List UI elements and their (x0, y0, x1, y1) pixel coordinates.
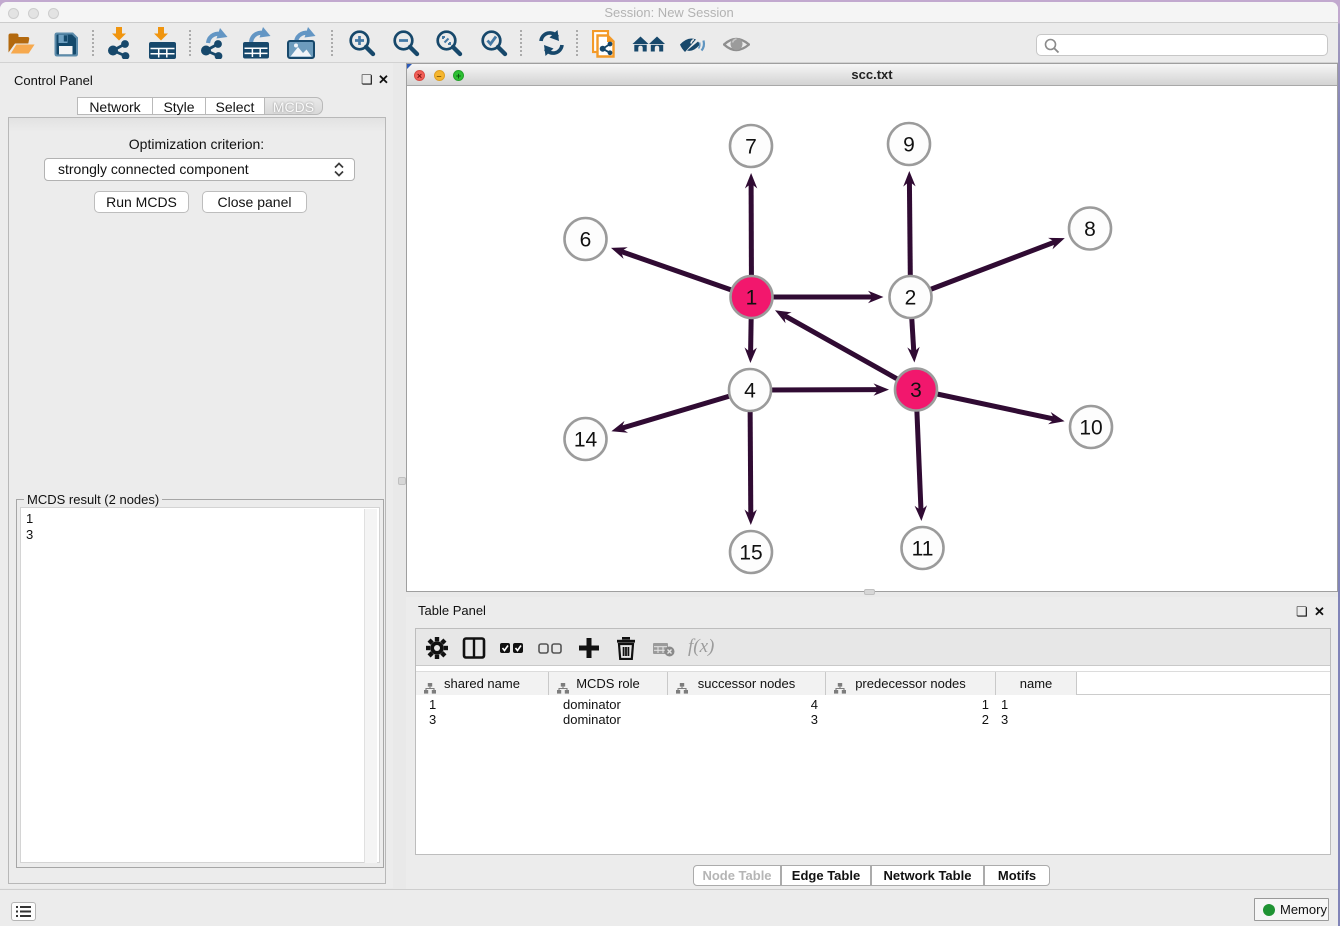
svg-text:10: 10 (1079, 417, 1102, 440)
svg-text:2: 2 (905, 287, 917, 310)
svg-text:6: 6 (580, 229, 592, 252)
svg-text:4: 4 (744, 380, 756, 403)
svg-text:8: 8 (1084, 218, 1096, 241)
svg-text:11: 11 (912, 538, 934, 561)
svg-text:15: 15 (739, 542, 762, 565)
svg-text:1: 1 (746, 287, 758, 310)
svg-text:14: 14 (574, 429, 598, 452)
svg-text:3: 3 (910, 379, 922, 402)
svg-text:9: 9 (903, 134, 915, 157)
svg-text:7: 7 (745, 136, 757, 159)
